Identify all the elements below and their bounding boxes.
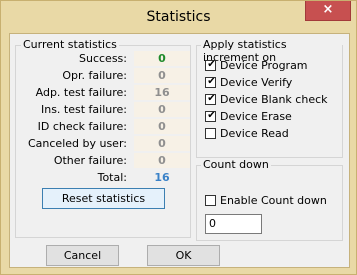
option-label: Device Blank check (220, 93, 328, 106)
option-device-read[interactable]: Device Read (205, 125, 289, 142)
checkbox-unchecked[interactable] (205, 194, 216, 206)
stat-value: 0 (134, 136, 190, 151)
stat-value: 0 (134, 153, 190, 168)
checkbox-unchecked[interactable] (205, 127, 216, 139)
cancel-button[interactable]: Cancel (46, 245, 119, 266)
option-device-verify[interactable]: Device Verify (205, 74, 292, 91)
stat-label: Other failure: (53, 154, 127, 167)
stat-value: 0 (134, 119, 190, 134)
stat-label: Ins. test failure: (40, 103, 127, 116)
option-device-blank-check[interactable]: Device Blank check (205, 91, 328, 108)
count-down-input[interactable]: 0 (205, 214, 262, 234)
stat-label: Total: (97, 171, 127, 184)
stat-label: Adp. test failure: (35, 86, 127, 99)
stat-row-total: Total: 16 (16, 169, 192, 186)
stat-label: ID check failure: (37, 120, 127, 133)
stat-value: 0 (134, 51, 190, 66)
stat-row-ins-test-failure: Ins. test failure: 0 (16, 101, 192, 118)
stat-value: 0 (134, 102, 190, 117)
stat-row-adp-test-failure: Adp. test failure: 16 (16, 84, 192, 101)
enable-count-down[interactable]: Enable Count down (205, 192, 327, 209)
dialog-body: Current statistics Success: 0 Opr. failu… (9, 33, 350, 268)
dialog-title: Statistics (146, 9, 211, 25)
stat-row-other-failure: Other failure: 0 (16, 152, 192, 169)
statistics-dialog: Statistics × Current statistics Success:… (0, 0, 357, 275)
checkbox-checked[interactable] (205, 93, 217, 105)
option-label: Device Program (220, 59, 308, 72)
count-down-group: Count down Enable Count down 0 (196, 158, 343, 241)
current-statistics-group: Current statistics Success: 0 Opr. failu… (15, 38, 192, 238)
option-label: Device Erase (220, 110, 292, 123)
checkbox-checked[interactable] (205, 76, 217, 88)
stat-label: Success: (79, 52, 127, 65)
option-device-erase[interactable]: Device Erase (205, 108, 292, 125)
title-bar[interactable]: Statistics × (1, 1, 356, 31)
count-down-title: Count down (201, 158, 271, 171)
stat-row-canceled-by-user: Canceled by user: 0 (16, 135, 192, 152)
stat-row-id-check-failure: ID check failure: 0 (16, 118, 192, 135)
stat-row-opr-failure: Opr. failure: 0 (16, 67, 192, 84)
ok-button[interactable]: OK (147, 245, 220, 266)
checkbox-checked[interactable] (205, 59, 217, 71)
stat-value: 16 (134, 85, 190, 100)
stat-row-success: Success: 0 (16, 50, 192, 67)
stat-value: 16 (154, 171, 170, 184)
option-label: Device Verify (220, 76, 293, 89)
reset-statistics-button[interactable]: Reset statistics (42, 188, 165, 209)
close-button[interactable]: × (305, 1, 351, 21)
enable-count-down-label: Enable Count down (220, 194, 327, 207)
stat-value: 0 (134, 68, 190, 83)
option-device-program[interactable]: Device Program (205, 57, 308, 74)
stat-label: Canceled by user: (27, 137, 127, 150)
stat-label: Opr. failure: (62, 69, 127, 82)
checkbox-checked[interactable] (205, 110, 217, 122)
apply-increment-group: Apply statistics increment on Device Pro… (196, 38, 343, 158)
option-label: Device Read (220, 127, 289, 140)
